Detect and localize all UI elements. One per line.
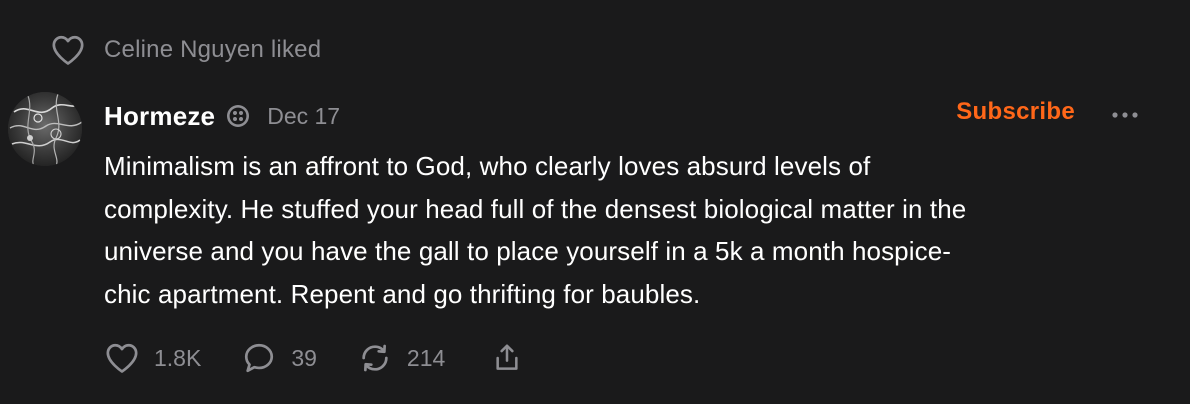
liked-by-row: Celine Nguyen liked <box>50 32 321 68</box>
subscribe-button[interactable]: Subscribe <box>956 98 1075 126</box>
author-name[interactable]: Hormeze <box>104 101 215 132</box>
restack-button[interactable]: 214 <box>357 340 445 376</box>
heart-icon <box>50 32 86 68</box>
like-button[interactable]: 1.8K <box>104 340 201 376</box>
ellipsis-icon[interactable] <box>1108 100 1142 130</box>
restack-count: 214 <box>406 344 446 371</box>
comment-icon <box>241 340 277 376</box>
share-icon <box>489 340 525 376</box>
comment-button[interactable]: 39 <box>241 340 317 376</box>
avatar[interactable] <box>8 92 82 166</box>
share-button[interactable] <box>489 340 525 376</box>
liked-by-text: Celine Nguyen liked <box>104 36 322 63</box>
restack-icon <box>357 340 393 376</box>
post-body: Minimalism is an affront to God, who cle… <box>104 151 967 309</box>
post-actions: 1.8K 39 214 <box>104 338 525 378</box>
post-date: Dec 17 <box>267 102 341 129</box>
heart-icon <box>104 340 140 376</box>
like-count: 1.8K <box>154 344 202 371</box>
subscriber-badge-icon <box>225 103 251 129</box>
comment-count: 39 <box>291 344 317 371</box>
post-header: Hormeze Dec 17 <box>104 96 340 136</box>
